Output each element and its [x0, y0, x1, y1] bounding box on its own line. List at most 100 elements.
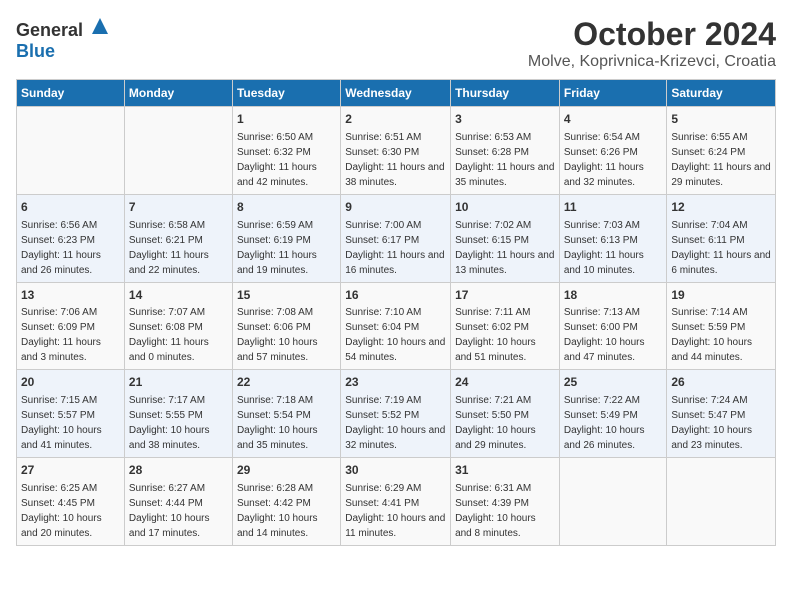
day-number: 20 [21, 374, 120, 391]
day-info: Sunrise: 6:27 AM Sunset: 4:44 PM Dayligh… [129, 483, 210, 539]
day-number: 2 [345, 111, 446, 128]
day-info: Sunrise: 6:54 AM Sunset: 6:26 PM Dayligh… [564, 132, 644, 188]
calendar-cell: 13 Sunrise: 7:06 AM Sunset: 6:09 PM Dayli… [17, 282, 125, 370]
day-info: Sunrise: 7:08 AM Sunset: 6:06 PM Dayligh… [237, 307, 318, 363]
calendar-cell: 10 Sunrise: 7:02 AM Sunset: 6:15 PM Dayli… [451, 194, 560, 282]
day-number: 6 [21, 199, 120, 216]
logo-text: General Blue [16, 16, 110, 62]
day-info: Sunrise: 7:15 AM Sunset: 5:57 PM Dayligh… [21, 395, 102, 451]
day-info: Sunrise: 6:55 AM Sunset: 6:24 PM Dayligh… [671, 132, 770, 188]
day-info: Sunrise: 6:25 AM Sunset: 4:45 PM Dayligh… [21, 483, 102, 539]
calendar-cell: 27 Sunrise: 6:25 AM Sunset: 4:45 PM Dayli… [17, 458, 125, 546]
calendar-cell: 25 Sunrise: 7:22 AM Sunset: 5:49 PM Dayli… [559, 370, 667, 458]
logo-general: General [16, 20, 83, 40]
day-info: Sunrise: 7:06 AM Sunset: 6:09 PM Dayligh… [21, 307, 101, 363]
day-of-week-header: Thursday [451, 80, 560, 107]
day-info: Sunrise: 6:29 AM Sunset: 4:41 PM Dayligh… [345, 483, 445, 539]
calendar-cell: 20 Sunrise: 7:15 AM Sunset: 5:57 PM Dayli… [17, 370, 125, 458]
calendar-cell: 2 Sunrise: 6:51 AM Sunset: 6:30 PM Daylig… [341, 107, 451, 195]
calendar-cell: 11 Sunrise: 7:03 AM Sunset: 6:13 PM Dayli… [559, 194, 667, 282]
day-info: Sunrise: 7:02 AM Sunset: 6:15 PM Dayligh… [455, 220, 554, 276]
logo-icon [90, 16, 110, 36]
day-number: 1 [237, 111, 336, 128]
calendar-cell [667, 458, 776, 546]
day-info: Sunrise: 6:58 AM Sunset: 6:21 PM Dayligh… [129, 220, 209, 276]
day-of-week-header: Monday [124, 80, 232, 107]
day-number: 5 [671, 111, 771, 128]
calendar-cell: 21 Sunrise: 7:17 AM Sunset: 5:55 PM Dayli… [124, 370, 232, 458]
calendar-header-row: SundayMondayTuesdayWednesdayThursdayFrid… [17, 80, 776, 107]
calendar-week-row: 20 Sunrise: 7:15 AM Sunset: 5:57 PM Dayli… [17, 370, 776, 458]
calendar-week-row: 13 Sunrise: 7:06 AM Sunset: 6:09 PM Dayli… [17, 282, 776, 370]
calendar-cell [17, 107, 125, 195]
day-info: Sunrise: 7:07 AM Sunset: 6:08 PM Dayligh… [129, 307, 209, 363]
day-number: 19 [671, 287, 771, 304]
calendar-cell: 16Sunrise: 7:10 AM Sunset: 6:04 PM Dayli… [341, 282, 451, 370]
day-number: 31 [455, 462, 555, 479]
day-number: 17 [455, 287, 555, 304]
day-number: 9 [345, 199, 446, 216]
day-of-week-header: Wednesday [341, 80, 451, 107]
day-info: Sunrise: 6:50 AM Sunset: 6:32 PM Dayligh… [237, 132, 317, 188]
day-number: 14 [129, 287, 228, 304]
day-number: 27 [21, 462, 120, 479]
day-info: Sunrise: 7:11 AM Sunset: 6:02 PM Dayligh… [455, 307, 536, 363]
day-of-week-header: Sunday [17, 80, 125, 107]
day-number: 28 [129, 462, 228, 479]
day-info: Sunrise: 7:14 AM Sunset: 5:59 PM Dayligh… [671, 307, 752, 363]
day-number: 23 [345, 374, 446, 391]
calendar-cell: 14 Sunrise: 7:07 AM Sunset: 6:08 PM Dayli… [124, 282, 232, 370]
day-info: Sunrise: 6:28 AM Sunset: 4:42 PM Dayligh… [237, 483, 318, 539]
day-number: 24 [455, 374, 555, 391]
calendar-cell: 23Sunrise: 7:19 AM Sunset: 5:52 PM Dayli… [341, 370, 451, 458]
day-number: 13 [21, 287, 120, 304]
calendar-cell: 24 Sunrise: 7:21 AM Sunset: 5:50 PM Dayli… [451, 370, 560, 458]
day-number: 11 [564, 199, 663, 216]
calendar-cell: 1 Sunrise: 6:50 AM Sunset: 6:32 PM Daylig… [232, 107, 340, 195]
day-info: Sunrise: 7:03 AM Sunset: 6:13 PM Dayligh… [564, 220, 644, 276]
day-number: 25 [564, 374, 663, 391]
calendar-cell [559, 458, 667, 546]
day-info: Sunrise: 7:13 AM Sunset: 6:00 PM Dayligh… [564, 307, 645, 363]
day-number: 22 [237, 374, 336, 391]
day-of-week-header: Tuesday [232, 80, 340, 107]
calendar-cell [124, 107, 232, 195]
day-number: 15 [237, 287, 336, 304]
calendar-cell: 29 Sunrise: 6:28 AM Sunset: 4:42 PM Dayli… [232, 458, 340, 546]
day-of-week-header: Saturday [667, 80, 776, 107]
day-number: 30 [345, 462, 446, 479]
calendar-cell: 31 Sunrise: 6:31 AM Sunset: 4:39 PM Dayli… [451, 458, 560, 546]
page-header: General Blue October 2024 Molve, Koprivn… [16, 16, 776, 71]
day-info: Sunrise: 7:21 AM Sunset: 5:50 PM Dayligh… [455, 395, 536, 451]
calendar-table: SundayMondayTuesdayWednesdayThursdayFrid… [16, 79, 776, 546]
day-number: 8 [237, 199, 336, 216]
day-info: Sunrise: 7:18 AM Sunset: 5:54 PM Dayligh… [237, 395, 318, 451]
day-info: Sunrise: 7:22 AM Sunset: 5:49 PM Dayligh… [564, 395, 645, 451]
day-info: Sunrise: 7:17 AM Sunset: 5:55 PM Dayligh… [129, 395, 210, 451]
day-info: Sunrise: 6:56 AM Sunset: 6:23 PM Dayligh… [21, 220, 101, 276]
day-info: Sunrise: 7:00 AM Sunset: 6:17 PM Dayligh… [345, 220, 444, 276]
calendar-cell: 6 Sunrise: 6:56 AM Sunset: 6:23 PM Daylig… [17, 194, 125, 282]
day-number: 3 [455, 111, 555, 128]
day-number: 16 [345, 287, 446, 304]
day-number: 10 [455, 199, 555, 216]
calendar-cell: 19 Sunrise: 7:14 AM Sunset: 5:59 PM Dayli… [667, 282, 776, 370]
day-info: Sunrise: 6:51 AM Sunset: 6:30 PM Dayligh… [345, 132, 444, 188]
calendar-cell: 15 Sunrise: 7:08 AM Sunset: 6:06 PM Dayli… [232, 282, 340, 370]
day-number: 21 [129, 374, 228, 391]
calendar-cell: 3Sunrise: 6:53 AM Sunset: 6:28 PM Daylig… [451, 107, 560, 195]
location-title: Molve, Koprivnica-Krizevci, Croatia [528, 53, 776, 71]
day-of-week-header: Friday [559, 80, 667, 107]
calendar-cell: 28 Sunrise: 6:27 AM Sunset: 4:44 PM Dayli… [124, 458, 232, 546]
logo-blue: Blue [16, 41, 55, 61]
calendar-cell: 4Sunrise: 6:54 AM Sunset: 6:26 PM Daylig… [559, 107, 667, 195]
day-info: Sunrise: 6:31 AM Sunset: 4:39 PM Dayligh… [455, 483, 536, 539]
day-info: Sunrise: 7:04 AM Sunset: 6:11 PM Dayligh… [671, 220, 770, 276]
calendar-cell: 18Sunrise: 7:13 AM Sunset: 6:00 PM Dayli… [559, 282, 667, 370]
day-number: 29 [237, 462, 336, 479]
calendar-cell: 17 Sunrise: 7:11 AM Sunset: 6:02 PM Dayli… [451, 282, 560, 370]
calendar-cell: 8Sunrise: 6:59 AM Sunset: 6:19 PM Daylig… [232, 194, 340, 282]
day-info: Sunrise: 7:24 AM Sunset: 5:47 PM Dayligh… [671, 395, 752, 451]
month-title: October 2024 [528, 16, 776, 53]
calendar-cell: 7Sunrise: 6:58 AM Sunset: 6:21 PM Daylig… [124, 194, 232, 282]
